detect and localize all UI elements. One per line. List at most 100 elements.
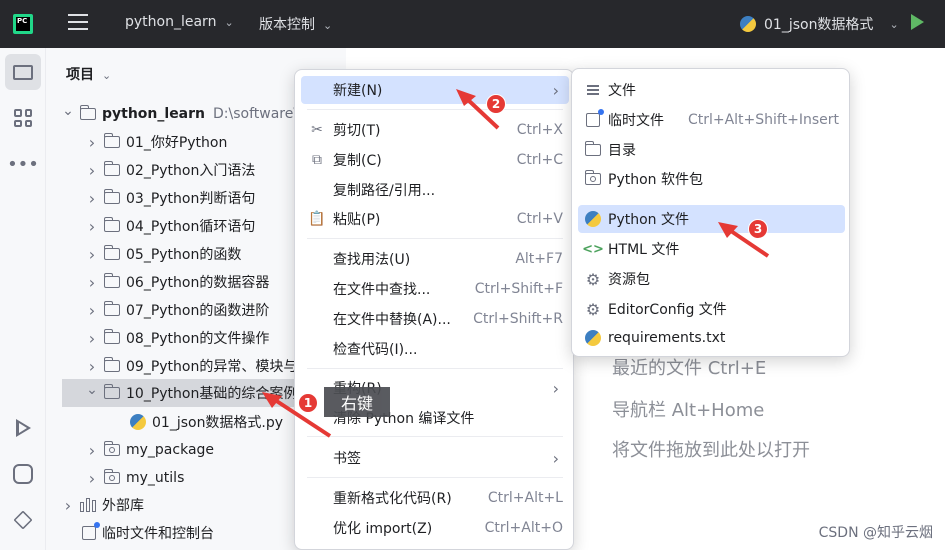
project-tool-button[interactable] [5, 54, 41, 90]
folder-label: 09_Python的异常、模块与包 [126, 359, 312, 375]
html-icon: <> [582, 241, 604, 257]
chevron-down-icon: ⌄ [323, 19, 333, 32]
menu-item-paste[interactable]: 📋 粘贴(P) Ctrl+V [301, 205, 569, 233]
pycharm-logo-icon[interactable]: PC [13, 14, 33, 34]
menu-label: 临时文件 [608, 113, 664, 129]
menu-shortcut: Alt+F7 [515, 251, 563, 267]
library-icon [80, 498, 96, 512]
collapse-arrow-icon[interactable] [84, 469, 100, 488]
project-panel-header[interactable]: 项目 ⌄ [66, 64, 111, 84]
run-config-selector[interactable]: 01_json数据格式 ⌄ [740, 14, 899, 34]
folder-icon [103, 245, 120, 260]
menu-label: 书签 [333, 451, 361, 467]
collapse-arrow-icon[interactable] [84, 245, 100, 264]
menu-item-new[interactable]: 新建(N) › [301, 76, 569, 104]
root-name: python_learn [102, 106, 206, 122]
run-button[interactable] [911, 14, 924, 30]
submenu-item-requirements[interactable]: requirements.txt [578, 324, 845, 352]
menu-label: EditorConfig 文件 [608, 302, 727, 318]
menu-shortcut: Ctrl+X [516, 122, 563, 138]
submenu-item-python-package[interactable]: Python 软件包 [578, 165, 845, 193]
menu-separator [307, 477, 563, 478]
menu-item-reformat[interactable]: 重新格式化代码(R) Ctrl+Alt+L [301, 484, 569, 512]
collapse-arrow-icon[interactable] [84, 273, 100, 292]
run-icon [15, 419, 31, 437]
external-libs-label: 外部库 [102, 498, 144, 514]
collapse-arrow-icon[interactable] [84, 189, 100, 208]
menu-label: Python 软件包 [608, 172, 703, 188]
collapse-arrow-icon[interactable] [84, 329, 100, 348]
main-menu-icon[interactable] [68, 14, 88, 32]
watermark: CSDN @知乎云烟 [818, 525, 933, 541]
vcs-selector[interactable]: 版本控制 ⌄ [259, 14, 332, 34]
step-badge-2: 2 [486, 94, 506, 114]
package-icon [584, 170, 601, 185]
collapse-arrow-icon[interactable] [84, 441, 100, 460]
menu-shortcut: Ctrl+Shift+F [474, 281, 563, 297]
chevron-down-icon: ⌄ [224, 16, 234, 29]
project-selector[interactable]: python_learn ⌄ [125, 14, 234, 30]
folder-icon [103, 384, 120, 399]
python-icon [740, 16, 756, 32]
menu-item-copy[interactable]: ⧉ 复制(C) Ctrl+C [301, 146, 569, 174]
menu-label: 优化 import(Z) [333, 521, 433, 537]
python-console-button[interactable] [5, 456, 41, 492]
collapse-arrow-icon[interactable] [84, 301, 100, 320]
folder-label: 10_Python基础的综合案例 [126, 386, 298, 402]
scratch-icon [586, 109, 604, 127]
submenu-item-directory[interactable]: 目录 [578, 136, 845, 164]
menu-label: requirements.txt [608, 330, 726, 346]
folder-icon [103, 357, 120, 372]
collapse-arrow-icon[interactable] [84, 161, 100, 180]
file-label: 01_json数据格式.py [152, 415, 284, 431]
submenu-item-file[interactable]: 文件 [578, 76, 845, 104]
submenu-item-html-file[interactable]: <> HTML 文件 [578, 235, 845, 263]
menu-item-cut[interactable]: ✂ 剪切(T) Ctrl+X [301, 116, 569, 144]
tool-window-strip: ••• [0, 48, 46, 550]
layers-icon [13, 510, 33, 530]
more-tools-button[interactable]: ••• [5, 146, 41, 182]
run-tool-button[interactable] [5, 410, 41, 446]
submenu-item-scratch[interactable]: 临时文件 Ctrl+Alt+Shift+Insert [578, 106, 845, 134]
menu-item-replace-in-files[interactable]: 在文件中替换(A)... Ctrl+Shift+R [301, 305, 569, 333]
new-submenu: 文件 临时文件 Ctrl+Alt+Shift+Insert 目录 Python 软… [571, 68, 850, 357]
expand-arrow-icon[interactable] [60, 106, 76, 122]
layers-tool-button[interactable] [5, 502, 41, 538]
menu-item-find-in-files[interactable]: 在文件中查找... Ctrl+Shift+F [301, 275, 569, 303]
menu-label: 文件 [608, 83, 636, 99]
collapse-arrow-icon[interactable] [84, 357, 100, 376]
python-icon [585, 211, 601, 227]
chevron-down-icon: ⌄ [889, 17, 899, 31]
collapse-arrow-icon[interactable] [84, 217, 100, 236]
menu-item-copy-path[interactable]: 复制路径/引用... [301, 176, 569, 204]
structure-tool-button[interactable] [5, 100, 41, 136]
folder-label: 08_Python的文件操作 [126, 331, 270, 347]
menu-separator [307, 368, 563, 369]
menu-label: 目录 [608, 143, 636, 159]
collapse-arrow-icon[interactable] [60, 496, 76, 515]
file-icon [587, 85, 599, 87]
menu-item-bookmarks[interactable]: 书签 › [301, 444, 569, 472]
folder-icon [584, 141, 601, 156]
menu-label: 检查代码(I)... [333, 342, 418, 358]
title-bar: PC python_learn ⌄ 版本控制 ⌄ 01_json数据格式 ⌄ [0, 0, 945, 48]
menu-shortcut: Ctrl+Shift+R [473, 311, 563, 327]
folder-label: 06_Python的数据容器 [126, 275, 270, 291]
expand-arrow-icon[interactable] [84, 385, 100, 401]
submenu-item-editorconfig[interactable]: ⚙ EditorConfig 文件 [578, 295, 845, 323]
menu-item-optimize-imports[interactable]: 优化 import(Z) Ctrl+Alt+O [301, 514, 569, 542]
chevron-right-icon: › [552, 378, 559, 398]
collapse-arrow-icon[interactable] [84, 133, 100, 152]
submenu-item-resource-bundle[interactable]: ⚙ 资源包 [578, 265, 845, 293]
gear-icon: ⚙ [585, 269, 601, 289]
folder-icon [13, 64, 33, 80]
menu-item-inspect-code[interactable]: 检查代码(I)... [301, 335, 569, 363]
menu-label: 资源包 [608, 272, 650, 288]
copy-icon: ⧉ [312, 152, 322, 168]
menu-label: 剪切(T) [333, 123, 381, 139]
submenu-item-python-file[interactable]: Python 文件 [578, 205, 845, 233]
scratch-icon [82, 522, 100, 540]
menu-item-find-usages[interactable]: 查找用法(U) Alt+F7 [301, 245, 569, 273]
chevron-right-icon: › [552, 80, 559, 100]
menu-separator [307, 436, 563, 437]
